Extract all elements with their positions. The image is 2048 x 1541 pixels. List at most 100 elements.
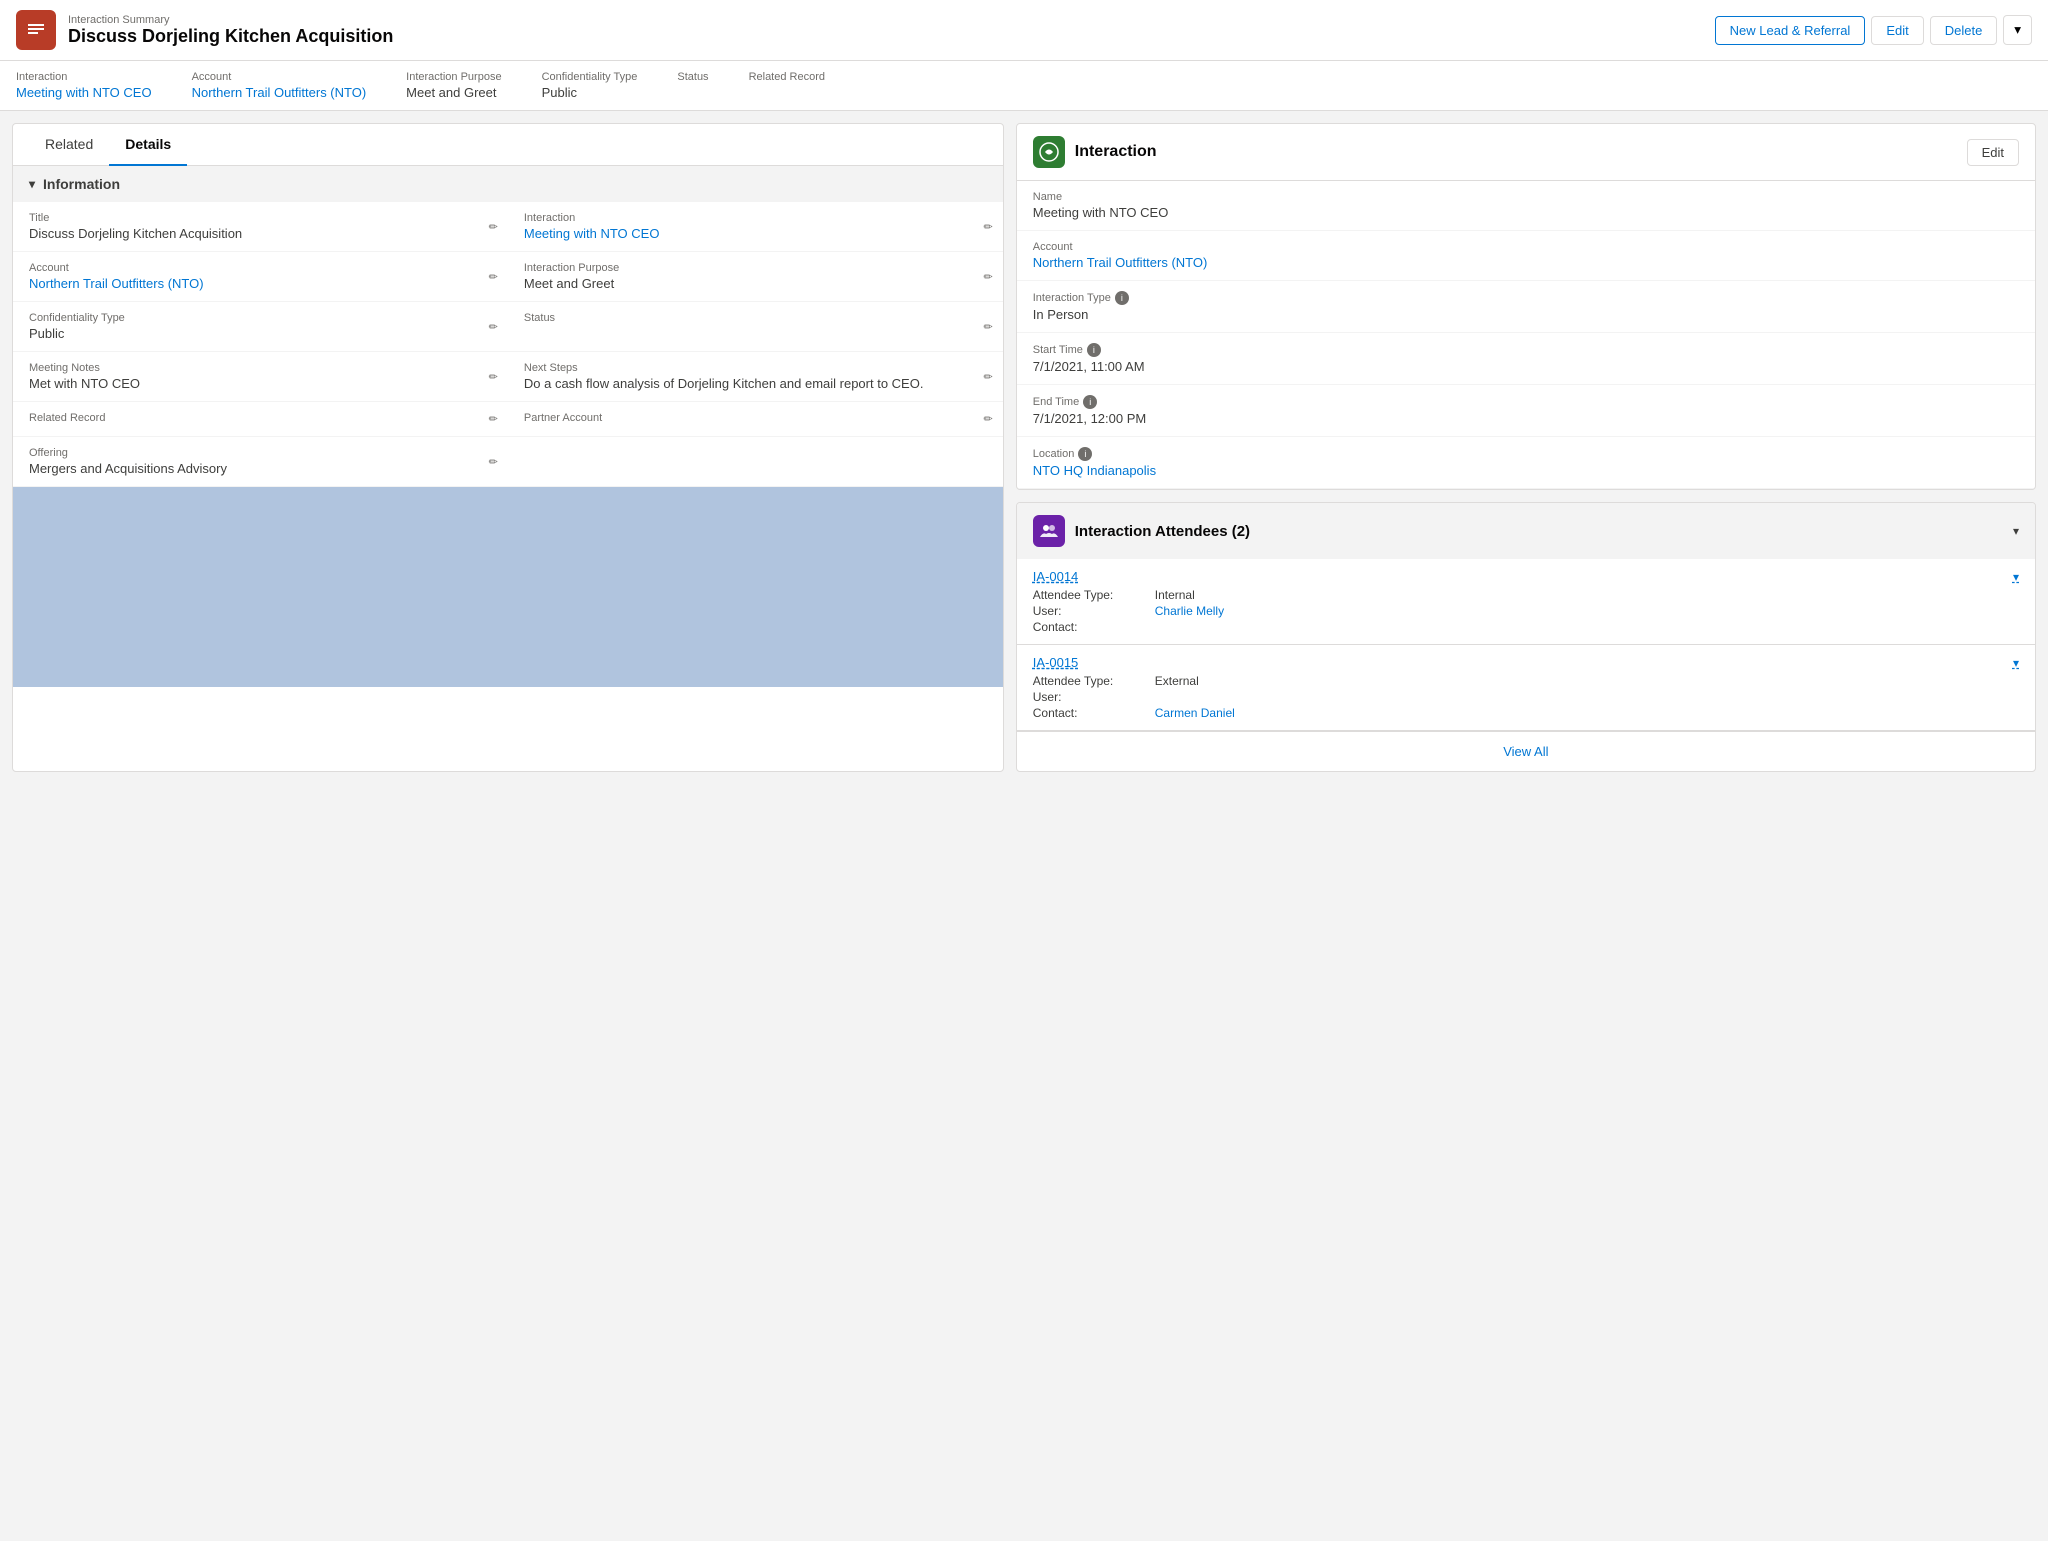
- start-time-label: Start Time i: [1033, 343, 2019, 357]
- field-meeting-notes-edit-icon[interactable]: ✏: [489, 370, 498, 383]
- interaction-summary-icon: [16, 10, 56, 50]
- field-partner-account-edit-icon[interactable]: ✏: [984, 413, 993, 426]
- attendee-2-fields: Attendee Type: External User: Contact: C…: [1033, 674, 2019, 720]
- field-status-edit-icon[interactable]: ✏: [984, 320, 993, 333]
- field-offering-label: Offering: [29, 447, 492, 459]
- end-time-value: 7/1/2021, 12:00 PM: [1033, 411, 2019, 426]
- tab-details[interactable]: Details: [109, 124, 187, 166]
- interaction-card-edit-button[interactable]: Edit: [1967, 139, 2019, 166]
- attendee-id-1[interactable]: IA-0014 ▾: [1033, 569, 2019, 584]
- location-field: Location i NTO HQ Indianapolis: [1017, 437, 2035, 489]
- field-interaction-purpose-edit-icon[interactable]: ✏: [984, 270, 993, 283]
- interaction-card: Interaction Edit Name Meeting with NTO C…: [1016, 123, 2036, 490]
- field-interaction-purpose-label: Interaction Purpose: [524, 262, 987, 274]
- summary-purpose-value: Meet and Greet: [406, 85, 501, 100]
- summary-purpose: Interaction Purpose Meet and Greet: [406, 71, 501, 100]
- location-value[interactable]: NTO HQ Indianapolis: [1033, 463, 1156, 478]
- field-account-edit-icon[interactable]: ✏: [489, 270, 498, 283]
- summary-bar: Interaction Meeting with NTO CEO Account…: [0, 61, 2048, 111]
- attendees-card-title: Interaction Attendees (2): [1075, 523, 1250, 540]
- interaction-card-header: Interaction Edit: [1017, 124, 2035, 181]
- field-next-steps-edit-icon[interactable]: ✏: [984, 370, 993, 383]
- field-title-edit-icon[interactable]: ✏: [489, 220, 498, 233]
- section-collapse-icon[interactable]: ▾: [29, 177, 35, 191]
- attendees-card-icon: [1033, 515, 1065, 547]
- attendee-2-type-value: External: [1155, 674, 2019, 688]
- attendee-2-type-label: Attendee Type:: [1033, 674, 1153, 688]
- fields-grid: Title Discuss Dorjeling Kitchen Acquisit…: [13, 202, 1003, 487]
- field-next-steps-label: Next Steps: [524, 362, 987, 374]
- view-all-button[interactable]: View All: [1017, 731, 2035, 771]
- attendee-2-chevron-icon[interactable]: ▾: [2013, 656, 2019, 670]
- edit-button[interactable]: Edit: [1871, 16, 1923, 45]
- attendees-card-header: Interaction Attendees (2) ▾: [1017, 503, 2035, 559]
- field-title: Title Discuss Dorjeling Kitchen Acquisit…: [13, 202, 508, 252]
- interaction-card-icon: [1033, 136, 1065, 168]
- header-actions: New Lead & Referral Edit Delete ▾: [1715, 15, 2032, 45]
- attendee-1-contact-label: Contact:: [1033, 620, 1153, 634]
- field-related-record-edit-icon[interactable]: ✏: [489, 413, 498, 426]
- interaction-card-body: Name Meeting with NTO CEO Account Northe…: [1017, 181, 2035, 489]
- summary-account-label: Account: [192, 71, 367, 83]
- attendee-2-user-label: User:: [1033, 690, 1153, 704]
- tabs: Related Details: [13, 124, 1003, 166]
- interaction-type-label: Interaction Type i: [1033, 291, 2019, 305]
- field-confidentiality-edit-icon[interactable]: ✏: [489, 320, 498, 333]
- tab-related[interactable]: Related: [29, 124, 109, 166]
- delete-button[interactable]: Delete: [1930, 16, 1998, 45]
- attendee-item-1: IA-0014 ▾ Attendee Type: Internal User: …: [1017, 559, 2035, 645]
- attendee-2-user-value: [1155, 690, 2019, 704]
- interaction-account-value[interactable]: Northern Trail Outfitters (NTO): [1033, 255, 1208, 270]
- field-meeting-notes: Meeting Notes Met with NTO CEO ✏: [13, 352, 508, 402]
- main-content: Related Details ▾ Information Title Disc…: [0, 111, 2048, 784]
- summary-interaction-value[interactable]: Meeting with NTO CEO: [16, 85, 152, 100]
- attendee-1-user-value[interactable]: Charlie Melly: [1155, 604, 2019, 618]
- header-subtitle: Interaction Summary: [68, 14, 393, 26]
- attendees-card: Interaction Attendees (2) ▾ IA-0014 ▾ At…: [1016, 502, 2036, 772]
- interaction-name-value: Meeting with NTO CEO: [1033, 205, 2019, 220]
- summary-status-label: Status: [677, 71, 708, 83]
- field-status-label: Status: [524, 312, 987, 324]
- summary-status: Status: [677, 71, 708, 100]
- start-time-info-icon: i: [1087, 343, 1101, 357]
- field-account-label: Account: [29, 262, 492, 274]
- header-title-block: Interaction Summary Discuss Dorjeling Ki…: [68, 14, 393, 47]
- field-confidentiality: Confidentiality Type Public ✏: [13, 302, 508, 352]
- interaction-account-label: Account: [1033, 241, 2019, 253]
- field-account: Account Northern Trail Outfitters (NTO) …: [13, 252, 508, 302]
- interaction-card-title: Interaction: [1075, 143, 1157, 161]
- field-next-steps: Next Steps Do a cash flow analysis of Do…: [508, 352, 1003, 402]
- attendees-collapse-icon[interactable]: ▾: [2013, 524, 2019, 538]
- page-header: Interaction Summary Discuss Dorjeling Ki…: [0, 0, 2048, 61]
- attendee-id-1-link[interactable]: IA-0014: [1033, 569, 1079, 584]
- attendee-1-chevron-icon[interactable]: ▾: [2013, 570, 2019, 584]
- field-offering: Offering Mergers and Acquisitions Adviso…: [13, 437, 508, 487]
- field-title-label: Title: [29, 212, 492, 224]
- summary-interaction: Interaction Meeting with NTO CEO: [16, 71, 152, 100]
- page-title: Discuss Dorjeling Kitchen Acquisition: [68, 26, 393, 47]
- field-meeting-notes-label: Meeting Notes: [29, 362, 492, 374]
- more-actions-button[interactable]: ▾: [2003, 15, 2032, 45]
- summary-account-value[interactable]: Northern Trail Outfitters (NTO): [192, 85, 367, 100]
- field-meeting-notes-value: Met with NTO CEO: [29, 376, 492, 391]
- attendee-id-2[interactable]: IA-0015 ▾: [1033, 655, 2019, 670]
- new-lead-referral-button[interactable]: New Lead & Referral: [1715, 16, 1866, 45]
- summary-confidentiality: Confidentiality Type Public: [542, 71, 638, 100]
- field-interaction-edit-icon[interactable]: ✏: [984, 220, 993, 233]
- end-time-field: End Time i 7/1/2021, 12:00 PM: [1017, 385, 2035, 437]
- field-account-value[interactable]: Northern Trail Outfitters (NTO): [29, 276, 204, 291]
- attendee-2-contact-value[interactable]: Carmen Daniel: [1155, 706, 2019, 720]
- attendee-id-2-link[interactable]: IA-0015: [1033, 655, 1079, 670]
- summary-related-record-label: Related Record: [749, 71, 825, 83]
- field-offering-edit-icon[interactable]: ✏: [489, 455, 498, 468]
- information-section-header: ▾ Information: [13, 166, 1003, 202]
- location-info-icon: i: [1078, 447, 1092, 461]
- field-interaction-value[interactable]: Meeting with NTO CEO: [524, 226, 660, 241]
- attendees-card-body: IA-0014 ▾ Attendee Type: Internal User: …: [1017, 559, 2035, 771]
- end-time-label: End Time i: [1033, 395, 2019, 409]
- left-panel: Related Details ▾ Information Title Disc…: [12, 123, 1004, 772]
- field-partner-account: Partner Account ✏: [508, 402, 1003, 437]
- field-confidentiality-value: Public: [29, 326, 492, 341]
- field-related-record: Related Record ✏: [13, 402, 508, 437]
- attendee-1-contact-value: [1155, 620, 2019, 634]
